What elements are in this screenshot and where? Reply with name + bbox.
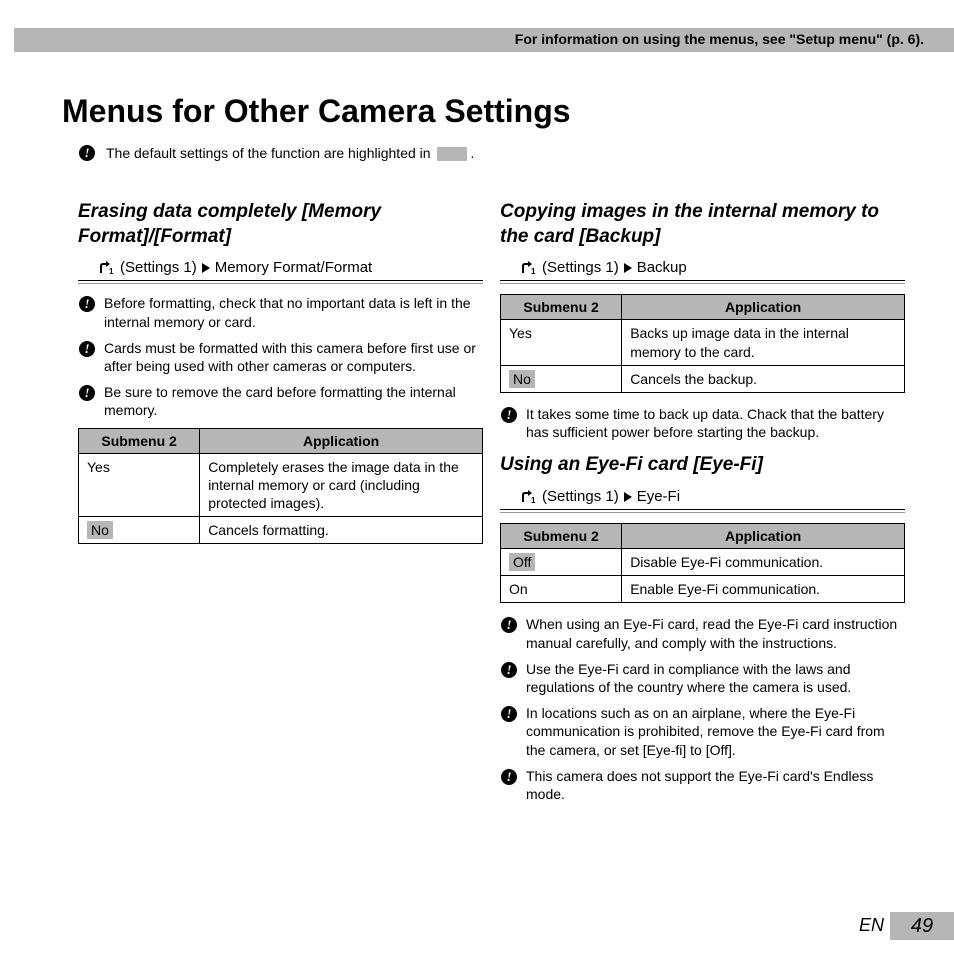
column-right: Copying images in the internal memory to… [500,200,905,811]
note-item: ! When using an Eye-Fi card, read the Ey… [500,615,905,651]
note-text: Before formatting, check that no importa… [104,294,483,330]
note-text: In locations such as on an airplane, whe… [526,704,905,759]
cell-key: Yes [87,459,110,475]
table-header-submenu: Submenu 2 [501,295,622,320]
settings-label: (Settings 1) [120,259,197,276]
table-header-submenu: Submenu 2 [79,428,200,453]
cell-value: Cancels formatting. [208,522,329,538]
intro-text-2: . [470,145,474,161]
svg-text:1: 1 [531,267,536,275]
cell-value: Disable Eye-Fi communication. [630,554,823,570]
intro-text-1: The default settings of the function are… [106,145,431,161]
cell-value: Completely erases the image data in the … [208,459,459,511]
page-number: 49 [911,915,933,938]
note-item: ! Cards must be formatted with this came… [78,339,483,375]
note-item: ! Be sure to remove the card before form… [78,383,483,419]
cell-key: No [509,370,535,388]
settings-label: (Settings 1) [542,488,619,505]
svg-text:!: ! [506,407,511,422]
svg-text:1: 1 [109,267,114,275]
cell-value: Enable Eye-Fi communication. [630,581,820,597]
note-item: ! In locations such as on an airplane, w… [500,704,905,759]
info-icon: ! [500,406,518,424]
info-icon: ! [500,661,518,679]
table-eyefi: Submenu 2 Application Off Disable Eye-Fi… [500,523,905,603]
table-header-application: Application [200,428,483,453]
table-row: No Cancels the backup. [501,365,905,392]
note-item: ! Use the Eye-Fi card in compliance with… [500,660,905,696]
table-row: Yes Completely erases the image data in … [79,453,483,517]
info-icon: ! [78,340,96,358]
table-header-submenu: Submenu 2 [501,524,622,549]
intro-note: ! The default settings of the function a… [78,144,474,162]
header-note: For information on using the menus, see … [515,31,924,47]
column-left: Erasing data completely [Memory Format]/… [78,200,483,556]
svg-text:!: ! [84,145,89,160]
path-divider [500,509,905,513]
svg-text:!: ! [506,706,511,721]
info-icon: ! [78,144,96,162]
table-row: No Cancels formatting. [79,517,483,544]
svg-text:1: 1 [531,496,536,504]
info-icon: ! [78,295,96,313]
arrow-right-icon [623,263,633,273]
cell-key: Yes [509,325,532,341]
table-row: Off Disable Eye-Fi communication. [501,549,905,576]
table-row: Yes Backs up image data in the internal … [501,320,905,365]
svg-text:!: ! [506,617,511,632]
table-header-application: Application [622,524,905,549]
note-text: Use the Eye-Fi card in compliance with t… [526,660,905,696]
menu-path-format: 1 (Settings 1) Memory Format/Format [98,259,483,276]
footer-lang: EN [859,915,884,936]
note-text: It takes some time to back up data. Chac… [526,405,905,441]
section-title-eyefi: Using an Eye-Fi card [Eye-Fi] [500,453,905,478]
path-suffix: Backup [637,259,687,276]
note-item: ! Before formatting, check that no impor… [78,294,483,330]
info-icon: ! [500,616,518,634]
svg-text:!: ! [506,662,511,677]
table-backup: Submenu 2 Application Yes Backs up image… [500,294,905,393]
settings-label: (Settings 1) [542,259,619,276]
section-title-format: Erasing data completely [Memory Format]/… [78,200,483,249]
path-suffix: Eye-Fi [637,488,680,505]
note-text: This camera does not support the Eye-Fi … [526,767,905,803]
cell-value: Cancels the backup. [630,371,757,387]
arrow-right-icon [623,492,633,502]
note-item: ! It takes some time to back up data. Ch… [500,405,905,441]
cell-key: No [87,521,113,539]
arrow-right-icon [201,263,211,273]
svg-text:!: ! [84,341,89,356]
svg-text:!: ! [84,296,89,311]
note-text: Be sure to remove the card before format… [104,383,483,419]
cell-key: Off [509,553,535,571]
cell-key: On [509,581,528,597]
menu-path-eyefi: 1 (Settings 1) Eye-Fi [520,488,905,505]
cell-value: Backs up image data in the internal memo… [630,325,849,359]
note-text: When using an Eye-Fi card, read the Eye-… [526,615,905,651]
path-divider [500,280,905,284]
header-bar: For information on using the menus, see … [14,28,954,52]
note-text: Cards must be formatted with this camera… [104,339,483,375]
svg-text:!: ! [84,385,89,400]
highlight-swatch [437,147,467,161]
svg-text:!: ! [506,769,511,784]
info-icon: ! [78,384,96,402]
note-item: ! This camera does not support the Eye-F… [500,767,905,803]
info-icon: ! [500,768,518,786]
table-header-application: Application [622,295,905,320]
menu-path-backup: 1 (Settings 1) Backup [520,259,905,276]
page-footer: EN 49 [844,910,954,940]
section-title-backup: Copying images in the internal memory to… [500,200,905,249]
path-divider [78,280,483,284]
path-suffix: Memory Format/Format [215,259,373,276]
page-title: Menus for Other Camera Settings [62,93,571,130]
page-number-tab: 49 [890,912,954,940]
table-format: Submenu 2 Application Yes Completely era… [78,428,483,545]
table-row: On Enable Eye-Fi communication. [501,576,905,603]
info-icon: ! [500,705,518,723]
